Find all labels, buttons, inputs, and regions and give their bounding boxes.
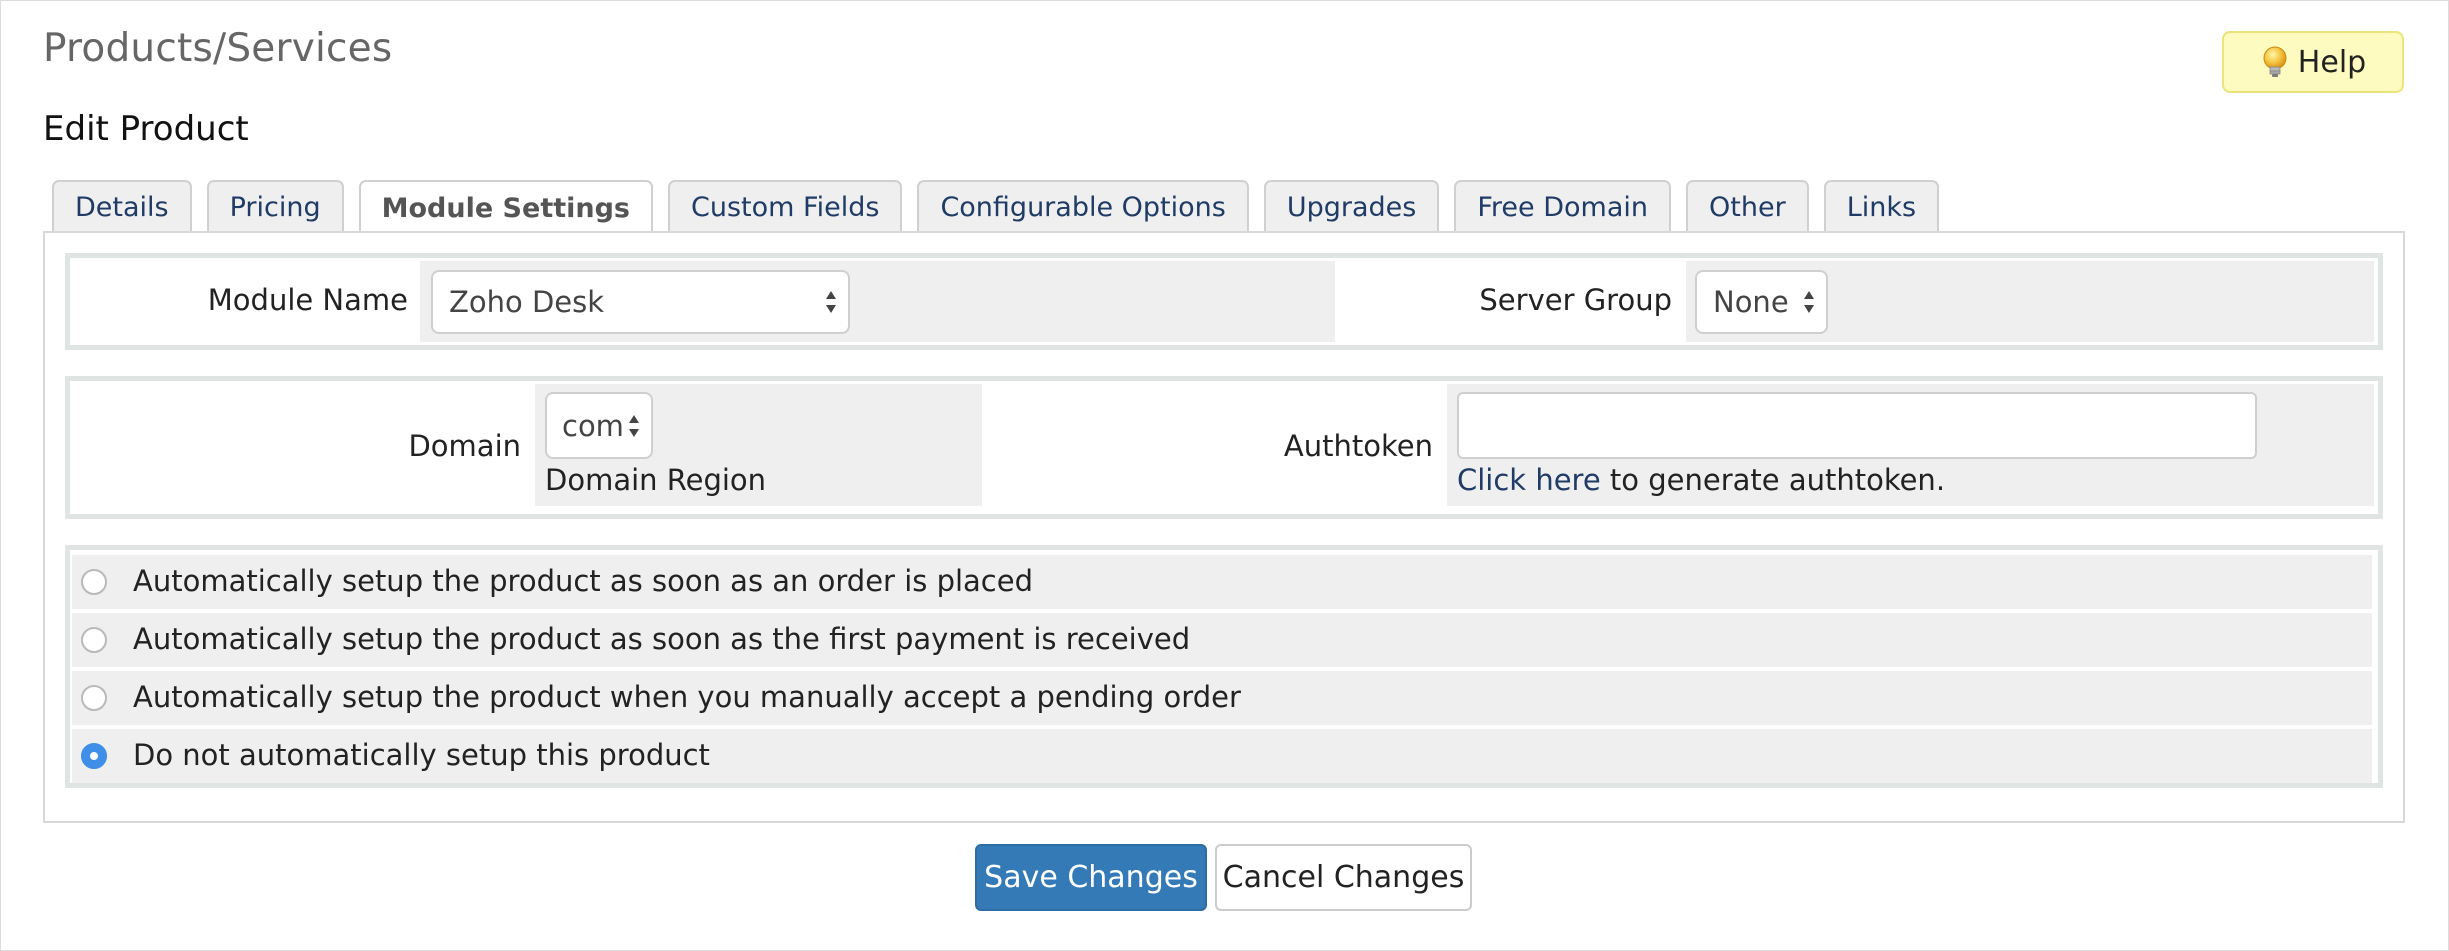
select-arrows-icon xyxy=(629,414,639,437)
tab-links[interactable]: Links xyxy=(1823,180,1940,233)
setup-option-label: Automatically setup the product when you… xyxy=(133,680,1241,714)
server-group-value: None xyxy=(1713,285,1789,319)
generate-authtoken-link[interactable]: Click here xyxy=(1457,463,1601,497)
authtoken-hint: Click here to generate authtoken. xyxy=(1457,463,1945,497)
module-name-select[interactable]: Zoho Desk xyxy=(431,270,850,334)
domain-value: com xyxy=(562,408,624,443)
sub-title: Edit Product xyxy=(43,109,249,149)
setup-option-radio[interactable] xyxy=(81,627,107,653)
page-title: Products/Services xyxy=(43,26,393,71)
save-changes-button[interactable]: Save Changes xyxy=(975,844,1207,911)
tab-other[interactable]: Other xyxy=(1686,180,1809,233)
help-label: Help xyxy=(2297,44,2367,80)
server-group-select[interactable]: None xyxy=(1695,270,1828,334)
tab-bar: Details Pricing Module Settings Custom F… xyxy=(52,180,1940,235)
domain-select[interactable]: com xyxy=(545,392,653,459)
setup-option-radio[interactable] xyxy=(81,685,107,711)
server-group-label: Server Group xyxy=(1479,283,1672,317)
domain-label: Domain xyxy=(408,429,521,463)
tab-pricing[interactable]: Pricing xyxy=(206,180,344,233)
tab-configurable-options[interactable]: Configurable Options xyxy=(917,180,1249,233)
module-name-value: Zoho Desk xyxy=(449,285,605,319)
authtoken-label: Authtoken xyxy=(1283,429,1433,463)
select-arrows-icon xyxy=(1804,291,1814,313)
lightbulb-icon xyxy=(2263,46,2287,77)
setup-option-radio[interactable] xyxy=(81,569,107,595)
module-name-label: Module Name xyxy=(207,283,408,317)
setup-option-radio-selected[interactable] xyxy=(81,743,107,769)
select-arrows-icon xyxy=(826,291,836,313)
tab-upgrades[interactable]: Upgrades xyxy=(1263,180,1440,233)
setup-option-label: Do not automatically setup this product xyxy=(133,738,710,772)
tab-details[interactable]: Details xyxy=(52,180,192,233)
setup-option-label: Automatically setup the product as soon … xyxy=(133,622,1191,656)
tab-custom-fields[interactable]: Custom Fields xyxy=(668,180,903,233)
help-button[interactable]: Help xyxy=(2222,31,2404,93)
setup-option-label: Automatically setup the product as soon … xyxy=(133,564,1034,598)
cancel-changes-button[interactable]: Cancel Changes xyxy=(1215,844,1472,911)
tab-free-domain[interactable]: Free Domain xyxy=(1454,180,1672,233)
authtoken-input[interactable] xyxy=(1457,392,2257,459)
authtoken-hint-text: to generate authtoken. xyxy=(1600,463,1946,497)
domain-hint: Domain Region xyxy=(545,463,767,497)
tab-module-settings[interactable]: Module Settings xyxy=(358,180,654,235)
